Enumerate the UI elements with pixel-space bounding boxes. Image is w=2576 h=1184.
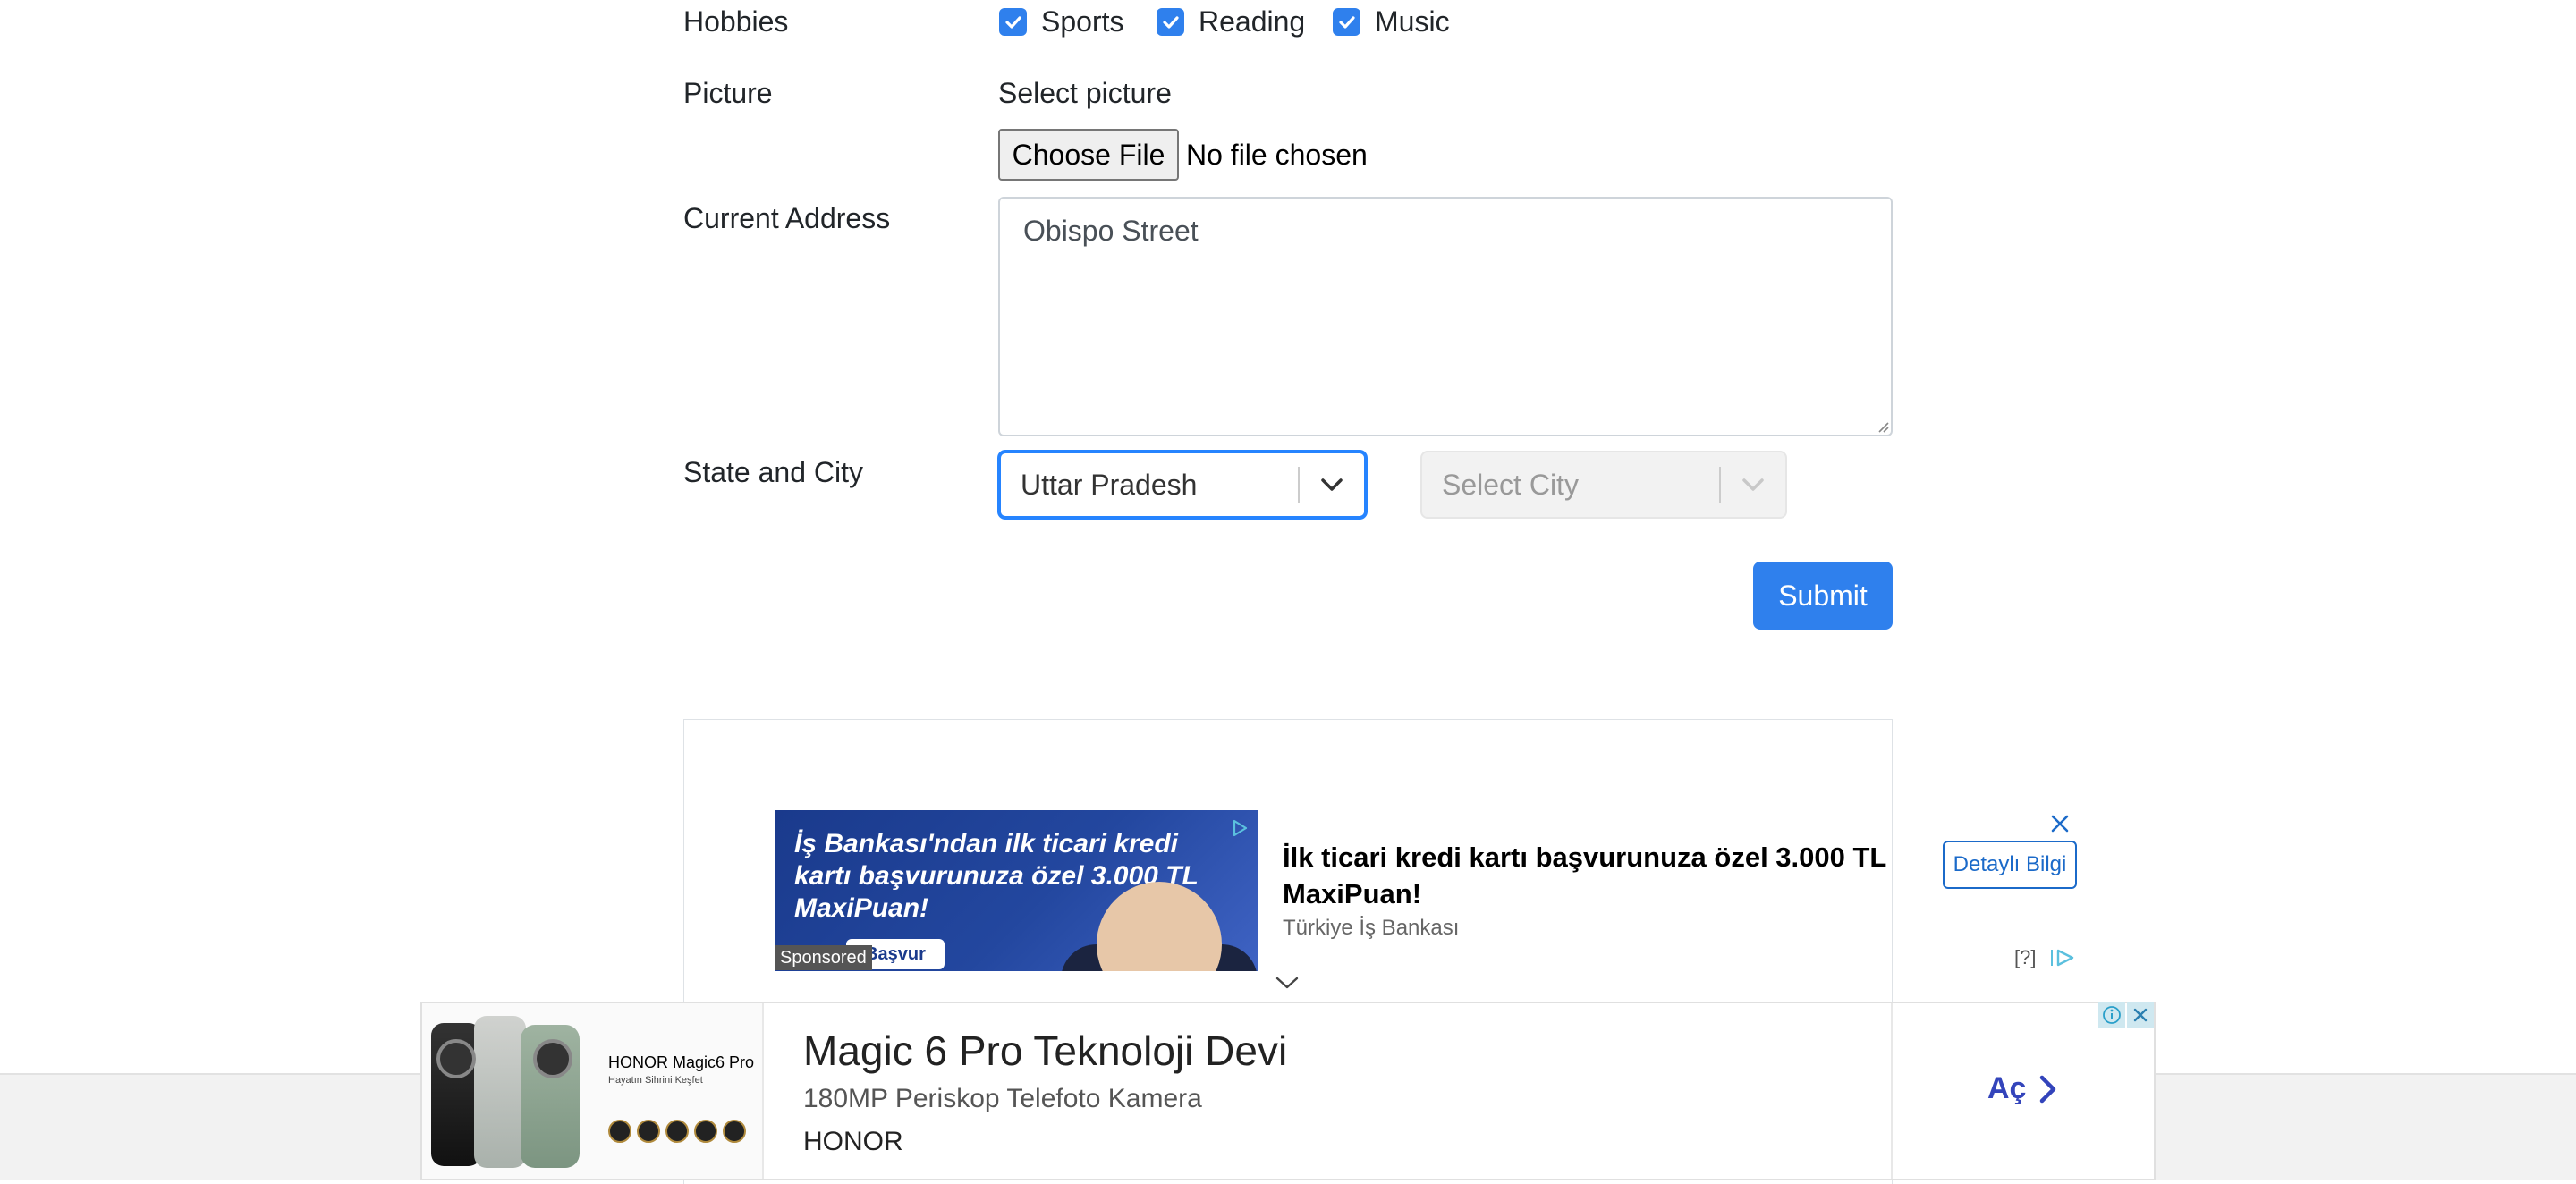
native-ad-image[interactable]: İş Bankası'ndan ilk ticari kredi kartı b…: [775, 810, 1258, 971]
check-icon: [1163, 16, 1179, 29]
chevron-right-icon: [2040, 1075, 2056, 1103]
check-icon: [1339, 16, 1355, 29]
resize-grip-icon[interactable]: [1877, 420, 1889, 433]
award-badges: [608, 1102, 751, 1155]
reading-checkbox-label[interactable]: Reading: [1199, 5, 1305, 38]
close-icon[interactable]: [2127, 1002, 2154, 1028]
sponsored-badge: Sponsored: [775, 945, 872, 970]
current-address-label: Current Address: [683, 202, 891, 234]
bottom-banner-ad[interactable]: HONOR Magic6 Pro Hayatın Sihrini Keşfet …: [420, 1002, 2156, 1180]
native-ad-advertiser: Türkiye İş Bankası: [1283, 916, 1460, 940]
chevron-down-icon[interactable]: [1274, 975, 1301, 991]
award-badge: [694, 1120, 717, 1143]
award-badge: [723, 1120, 746, 1143]
bottom-ad-tagline: Hayatın Sihrini Keşfet: [608, 1075, 703, 1086]
award-badge: [637, 1120, 660, 1143]
chevron-down-icon[interactable]: [1300, 451, 1364, 519]
state-select[interactable]: Uttar Pradesh: [998, 451, 1367, 519]
reading-checkbox[interactable]: [1157, 8, 1184, 36]
bottom-ad-title[interactable]: Magic 6 Pro Teknoloji Devi: [803, 1027, 1287, 1075]
check-icon: [1005, 16, 1021, 29]
city-select-placeholder: Select City: [1442, 468, 1579, 501]
file-status: No file chosen: [1186, 139, 1368, 171]
ad-help-link[interactable]: [?]: [2014, 946, 2036, 969]
adchoices-icon[interactable]: [1231, 819, 1249, 837]
adchoices-icon[interactable]: [2050, 948, 2077, 968]
detayli-bilgi-button[interactable]: Detaylı Bilgi: [1943, 841, 2077, 889]
award-badge: [608, 1120, 631, 1143]
award-badge: [665, 1120, 689, 1143]
sports-checkbox[interactable]: [999, 8, 1027, 36]
close-icon[interactable]: [2050, 814, 2070, 833]
bottom-ad-subtitle: 180MP Periskop Telefoto Kamera: [803, 1084, 1202, 1113]
state-select-value: Uttar Pradesh: [1021, 468, 1198, 501]
bottom-ad-divider: [1891, 1003, 1893, 1179]
current-address-input[interactable]: Obispo Street: [998, 197, 1893, 436]
bottom-ad-open-label: Aç: [1987, 1071, 2027, 1105]
sports-checkbox-label[interactable]: Sports: [1041, 5, 1123, 38]
bottom-ad-image[interactable]: HONOR Magic6 Pro Hayatın Sihrini Keşfet: [422, 1003, 764, 1179]
picture-label: Picture: [683, 77, 773, 109]
camera-shape: [436, 1039, 476, 1078]
ad-info-icon[interactable]: [2098, 1002, 2125, 1028]
native-ad-title[interactable]: İlk ticari kredi kartı başvurunuza özel …: [1283, 839, 1927, 912]
camera-shape: [533, 1039, 572, 1078]
bottom-ad-brand: HONOR Magic6 Pro: [608, 1053, 755, 1071]
bottom-ad-open-button[interactable]: Aç: [1987, 1071, 2058, 1106]
city-select[interactable]: Select City: [1420, 451, 1787, 519]
chevron-down-icon[interactable]: [1721, 451, 1785, 519]
select-picture-hint: Select picture: [998, 77, 1172, 109]
phone-shape: [474, 1016, 526, 1168]
bottom-ad-advertiser: HONOR: [803, 1127, 903, 1156]
music-checkbox-label[interactable]: Music: [1375, 5, 1450, 38]
music-checkbox[interactable]: [1333, 8, 1360, 36]
choose-file-button[interactable]: Choose File: [998, 129, 1179, 181]
submit-button[interactable]: Submit: [1753, 562, 1893, 630]
state-city-label: State and City: [683, 456, 863, 488]
hobbies-label: Hobbies: [683, 5, 789, 38]
